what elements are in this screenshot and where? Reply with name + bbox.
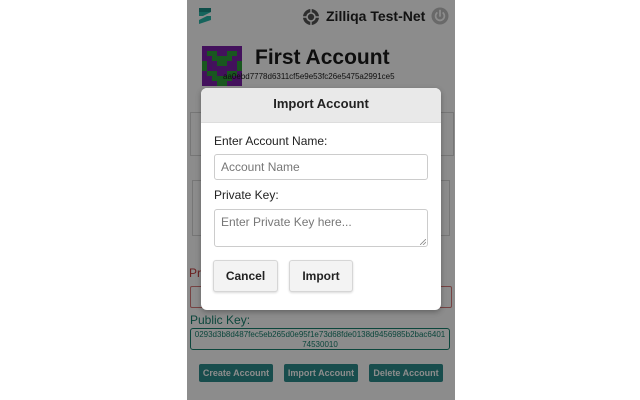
account-name-label: Enter Account Name: <box>214 134 328 148</box>
import-button[interactable]: Import <box>289 260 353 292</box>
account-name-input[interactable] <box>214 154 428 180</box>
wallet-popup: Zilliqa Test-Net First Account aa0ebd777… <box>187 0 455 400</box>
modal-title: Import Account <box>201 88 441 123</box>
private-key-field-label: Private Key: <box>214 188 279 202</box>
resize-grip-icon[interactable] <box>420 239 426 245</box>
cancel-button[interactable]: Cancel <box>213 260 278 292</box>
import-account-modal: Import Account Enter Account Name: Priva… <box>201 88 441 310</box>
private-key-input[interactable] <box>214 209 428 247</box>
